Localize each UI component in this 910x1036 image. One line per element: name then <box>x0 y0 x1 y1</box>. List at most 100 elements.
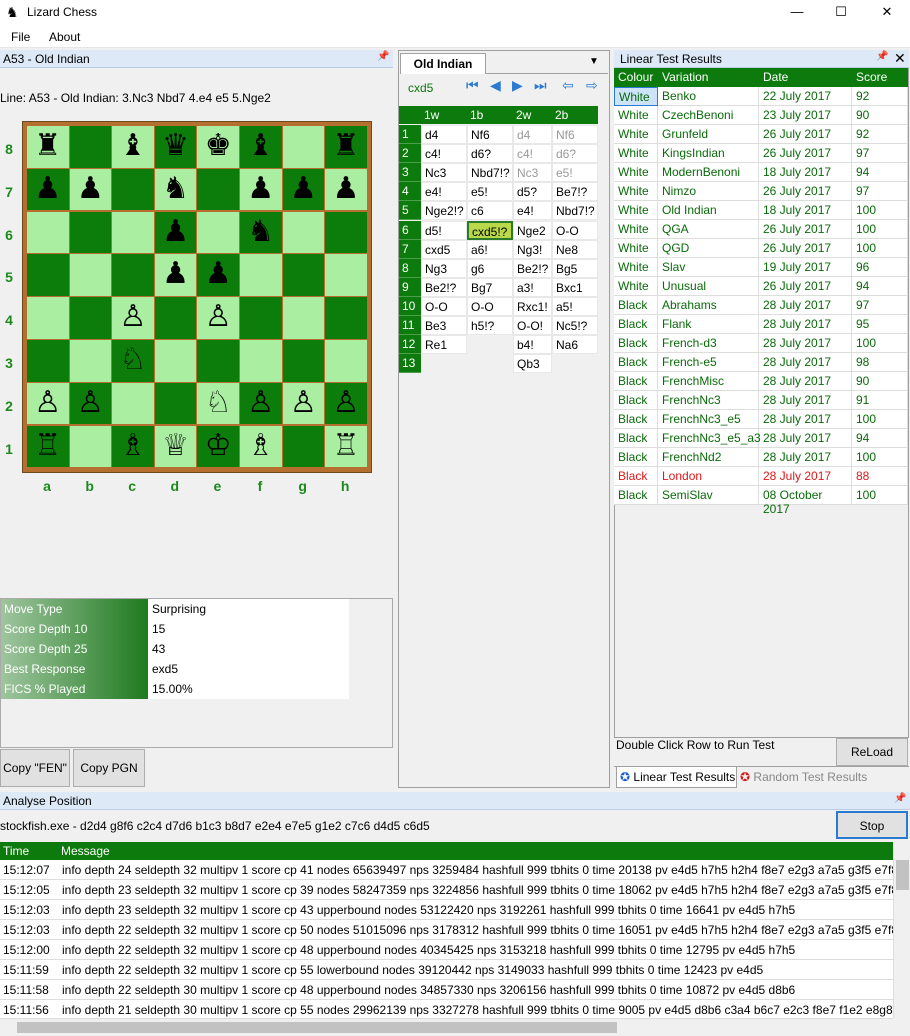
move-cell[interactable]: Nge2 <box>513 220 552 240</box>
square-e6[interactable] <box>197 211 239 254</box>
move-cell[interactable]: c4! <box>421 144 467 164</box>
result-row[interactable]: Black London 28 July 2017 88 <box>614 467 908 486</box>
square-d4[interactable] <box>154 297 197 339</box>
log-column-header[interactable]: Message <box>58 842 893 860</box>
square-g6[interactable] <box>282 211 325 254</box>
square-g3[interactable] <box>282 340 325 382</box>
results-column-header[interactable]: Colour <box>614 68 658 87</box>
result-row[interactable]: Black French-e5 28 July 2017 98 <box>614 353 908 372</box>
move-cell[interactable]: Nc3 <box>513 163 552 183</box>
move-cell[interactable]: d6? <box>467 144 513 164</box>
square-c3[interactable]: ♘ <box>112 340 154 382</box>
stop-button[interactable]: Stop <box>836 811 908 839</box>
log-row[interactable]: 15:11:59 info depth 22 seldepth 32 multip… <box>0 960 893 980</box>
first-move-icon[interactable]: ⏮ <box>466 77 479 94</box>
move-cell[interactable]: Nge2!? <box>421 201 467 221</box>
square-c5[interactable] <box>112 254 154 296</box>
square-g5[interactable] <box>282 254 325 296</box>
reload-button[interactable]: ReLoad <box>836 738 908 766</box>
move-cell[interactable]: d4 <box>513 125 552 144</box>
move-cell[interactable]: a5! <box>552 296 598 316</box>
square-e7[interactable] <box>197 168 239 211</box>
square-b1[interactable] <box>69 425 112 468</box>
result-row[interactable]: Black French-d3 28 July 2017 100 <box>614 334 908 353</box>
move-cell[interactable]: Nf6 <box>467 125 513 144</box>
move-cell[interactable]: Nc3 <box>421 163 467 183</box>
result-row[interactable]: White KingsIndian 26 July 2017 97 <box>614 144 908 163</box>
close-window-button[interactable]: ✕ <box>864 2 910 24</box>
square-d2[interactable] <box>154 382 197 425</box>
square-b4[interactable] <box>69 297 112 339</box>
square-d5[interactable]: ♟ <box>154 254 197 296</box>
square-a7[interactable]: ♟ <box>27 168 69 211</box>
move-cell[interactable]: e5! <box>552 163 598 183</box>
result-row[interactable]: White Old Indian 18 July 2017 100 <box>614 201 908 220</box>
menu-about[interactable]: About <box>49 30 80 44</box>
square-b6[interactable] <box>69 211 112 254</box>
result-row[interactable]: White Nimzo 26 July 2017 97 <box>614 182 908 201</box>
move-cell[interactable]: e4! <box>513 201 552 221</box>
result-row[interactable]: White Grunfeld 26 July 2017 92 <box>614 125 908 144</box>
result-row[interactable]: White Unusual 26 July 2017 94 <box>614 277 908 296</box>
square-h7[interactable]: ♟ <box>325 168 367 211</box>
square-h4[interactable] <box>325 297 367 339</box>
square-h5[interactable] <box>325 254 367 296</box>
log-column-header[interactable]: Time <box>0 842 58 860</box>
square-b3[interactable] <box>69 340 112 382</box>
square-a5[interactable] <box>27 254 69 296</box>
square-b2[interactable]: ♙ <box>69 382 112 425</box>
copy-fen-button[interactable]: Copy "FEN" <box>0 749 70 787</box>
log-row[interactable]: 15:11:56 info depth 21 seldepth 30 multip… <box>0 1000 893 1020</box>
result-row[interactable]: White CzechBenoni 23 July 2017 90 <box>614 106 908 125</box>
square-h1[interactable]: ♖ <box>325 425 367 468</box>
maximize-button[interactable]: ☐ <box>818 2 864 24</box>
move-cell[interactable]: O-O <box>467 296 513 316</box>
move-cell[interactable]: d5? <box>513 182 552 202</box>
result-row[interactable]: Black FrenchNc3_e5_a3 28 July 2017 94 <box>614 429 908 448</box>
square-d3[interactable] <box>154 340 197 382</box>
square-d1[interactable]: ♕ <box>154 425 197 468</box>
square-h8[interactable]: ♜ <box>325 126 367 168</box>
square-f3[interactable] <box>240 340 282 382</box>
tab-old-indian[interactable]: Old Indian <box>400 53 486 74</box>
pin-icon[interactable]: 📌 <box>894 793 906 804</box>
scrollbar-thumb[interactable] <box>896 860 909 890</box>
move-cell[interactable]: Bg7 <box>467 277 513 297</box>
move-cell[interactable]: Ng3! <box>513 239 552 259</box>
move-cell[interactable]: d6? <box>552 144 598 164</box>
log-row[interactable]: 15:12:03 info depth 22 seldepth 32 multip… <box>0 920 893 940</box>
square-h6[interactable] <box>325 211 367 254</box>
move-cell[interactable]: O-O <box>421 296 467 316</box>
move-cell[interactable]: h5!? <box>467 316 513 335</box>
move-cell[interactable]: d5! <box>421 220 467 240</box>
square-f8[interactable]: ♝ <box>240 126 282 168</box>
square-c8[interactable]: ♝ <box>112 126 154 168</box>
log-row[interactable]: 15:12:07 info depth 24 seldepth 32 multip… <box>0 860 893 880</box>
move-cell[interactable]: cxd5!? <box>467 220 513 240</box>
square-f6[interactable]: ♞ <box>240 211 282 254</box>
square-c4[interactable]: ♙ <box>112 297 154 339</box>
move-cell[interactable] <box>467 335 513 354</box>
square-c1[interactable]: ♗ <box>112 425 154 468</box>
result-row[interactable]: White QGA 26 July 2017 100 <box>614 220 908 239</box>
move-cell[interactable]: Re1 <box>421 335 467 355</box>
move-cell[interactable]: Qb3 <box>513 354 552 374</box>
square-g2[interactable]: ♙ <box>282 382 325 425</box>
log-row[interactable]: 15:12:05 info depth 23 seldepth 32 multip… <box>0 880 893 900</box>
square-e4[interactable]: ♙ <box>197 297 239 339</box>
chevron-down-icon[interactable]: ▼ <box>589 56 599 67</box>
square-e1[interactable]: ♔ <box>197 425 239 468</box>
tab-linear-test-results[interactable]: ✪ Linear Test Results <box>616 767 737 788</box>
square-e8[interactable]: ♚ <box>197 126 239 168</box>
square-b8[interactable] <box>69 126 112 168</box>
move-cell[interactable]: Nbd7!? <box>552 201 598 221</box>
forward-arrow-icon[interactable]: ⇨ <box>586 77 598 94</box>
last-move-icon[interactable]: ⏭ <box>534 77 547 94</box>
move-cell[interactable] <box>421 354 467 373</box>
result-row[interactable]: Black SemiSlav 08 October 2017 100 <box>614 486 908 516</box>
result-row[interactable]: Black Abrahams 28 July 2017 97 <box>614 296 908 315</box>
pin-icon[interactable]: 📌 <box>377 51 389 62</box>
tab-random-test-results[interactable]: ✪ Random Test Results <box>740 767 880 788</box>
vertical-scrollbar[interactable] <box>893 842 910 1018</box>
move-cell[interactable]: Be3 <box>421 316 467 335</box>
